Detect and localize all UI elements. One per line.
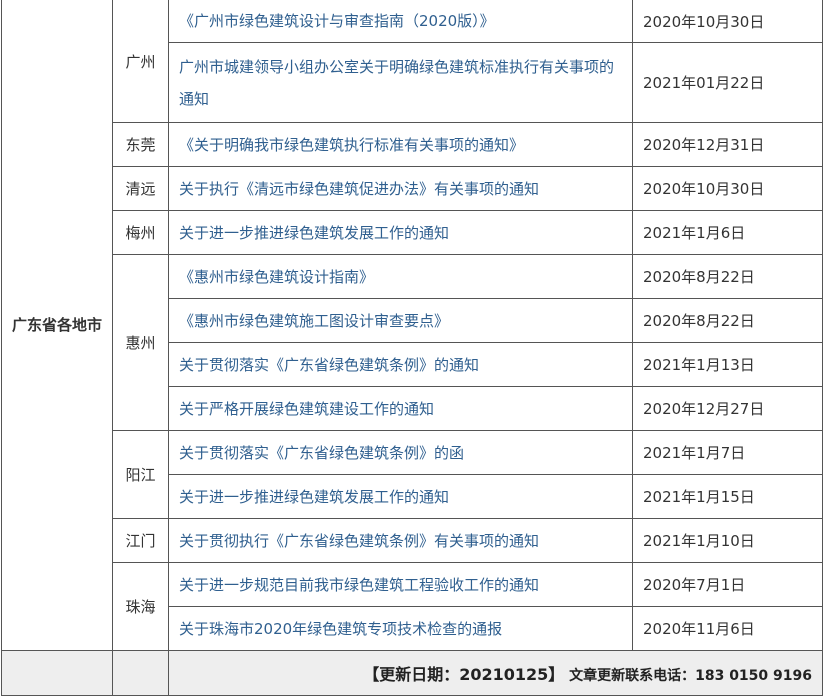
publish-date: 2020年8月22日 — [632, 298, 823, 343]
city-cell: 清远 — [112, 166, 169, 211]
publish-date: 2021年1月6日 — [632, 210, 823, 255]
publish-date: 2021年1月15日 — [632, 474, 823, 519]
city-cell: 广州 — [112, 0, 169, 123]
publish-date: 2020年10月30日 — [632, 0, 823, 43]
document-title-link[interactable]: 关于进一步推进绿色建筑发展工作的通知 — [168, 210, 633, 255]
city-cell: 阳江 — [112, 430, 169, 519]
policy-table-body: 广东省各地市 广州 《广州市绿色建筑设计与审查指南（2020版）》 2020年10月3… — [1, 0, 823, 696]
document-title-link[interactable]: 关于珠海市2020年绿色建筑专项技术检查的通报 — [168, 606, 633, 651]
city-cell: 珠海 — [112, 562, 169, 651]
city-cell: 惠州 — [112, 254, 169, 431]
footer-spacer — [1, 650, 113, 696]
city-cell: 梅州 — [112, 210, 169, 255]
table-row: 阳江 关于贯彻落实《广东省绿色建筑条例》的函 2021年1月7日 — [2, 430, 823, 519]
contact-phone: 文章更新联系电话：183 0150 9196 — [569, 668, 812, 684]
document-title-link[interactable]: 关于严格开展绿色建筑建设工作的通知 — [168, 386, 633, 431]
city-cell: 东莞 — [112, 122, 169, 167]
province-cell: 广东省各地市 — [1, 0, 113, 651]
table-row: 珠海 关于进一步规范目前我市绿色建筑工程验收工作的通知 2020年7月1日 — [2, 562, 823, 651]
publish-date: 2020年12月27日 — [632, 386, 823, 431]
footer-spacer — [112, 650, 169, 696]
table-row: 梅州 关于进一步推进绿色建筑发展工作的通知 2021年1月6日 — [2, 210, 823, 255]
update-date: 【更新日期：20210125】 — [363, 665, 565, 684]
footer-row: 【更新日期：20210125】 文章更新联系电话：183 0150 9196 — [1, 650, 823, 696]
publish-date: 2020年8月22日 — [632, 254, 823, 299]
publish-date: 2021年1月10日 — [632, 518, 823, 563]
table-row: 东莞 《关于明确我市绿色建筑执行标准有关事项的通知》 2020年12月31日 — [2, 122, 823, 167]
table-row: 惠州 《惠州市绿色建筑设计指南》 2020年8月22日 — [2, 254, 823, 431]
publish-date: 2020年11月6日 — [632, 606, 823, 651]
document-title-link[interactable]: 关于贯彻执行《广东省绿色建筑条例》有关事项的通知 — [168, 518, 633, 563]
document-title-link[interactable]: 关于贯彻落实《广东省绿色建筑条例》的通知 — [168, 342, 633, 387]
table-row: 江门 关于贯彻执行《广东省绿色建筑条例》有关事项的通知 2021年1月10日 — [2, 518, 823, 563]
publish-date: 2020年7月1日 — [632, 562, 823, 607]
province-label: 广东省各地市 — [11, 316, 102, 334]
document-title-link[interactable]: 《关于明确我市绿色建筑执行标准有关事项的通知》 — [168, 122, 633, 167]
document-title-link[interactable]: 广州市城建领导小组办公室关于明确绿色建筑标准执行有关事项的通知 — [168, 42, 633, 123]
policy-table: 广东省各地市 广州 《广州市绿色建筑设计与审查指南（2020版）》 2020年10月3… — [1, 0, 823, 696]
footer-text: 【更新日期：20210125】 文章更新联系电话：183 0150 9196 — [168, 650, 823, 696]
document-title-link[interactable]: 《惠州市绿色建筑设计指南》 — [168, 254, 633, 299]
table-row: 广东省各地市 广州 《广州市绿色建筑设计与审查指南（2020版）》 2020年10月3… — [1, 0, 823, 651]
document-title-link[interactable]: 《广州市绿色建筑设计与审查指南（2020版）》 — [168, 0, 633, 43]
document-title-link[interactable]: 关于进一步规范目前我市绿色建筑工程验收工作的通知 — [168, 562, 633, 607]
city-cell: 江门 — [112, 518, 169, 563]
publish-date: 2020年10月30日 — [632, 166, 823, 211]
publish-date: 2021年1月7日 — [632, 430, 823, 475]
document-title-link[interactable]: 关于贯彻落实《广东省绿色建筑条例》的函 — [168, 430, 633, 475]
document-title-link[interactable]: 《惠州市绿色建筑施工图设计审查要点》 — [168, 298, 633, 343]
publish-date: 2021年1月13日 — [632, 342, 823, 387]
document-title-link[interactable]: 关于进一步推进绿色建筑发展工作的通知 — [168, 474, 633, 519]
publish-date: 2021年01月22日 — [632, 42, 823, 123]
table-row: 清远 关于执行《清远市绿色建筑促进办法》有关事项的通知 2020年10月30日 — [2, 166, 823, 211]
publish-date: 2020年12月31日 — [632, 122, 823, 167]
document-title-link[interactable]: 关于执行《清远市绿色建筑促进办法》有关事项的通知 — [168, 166, 633, 211]
